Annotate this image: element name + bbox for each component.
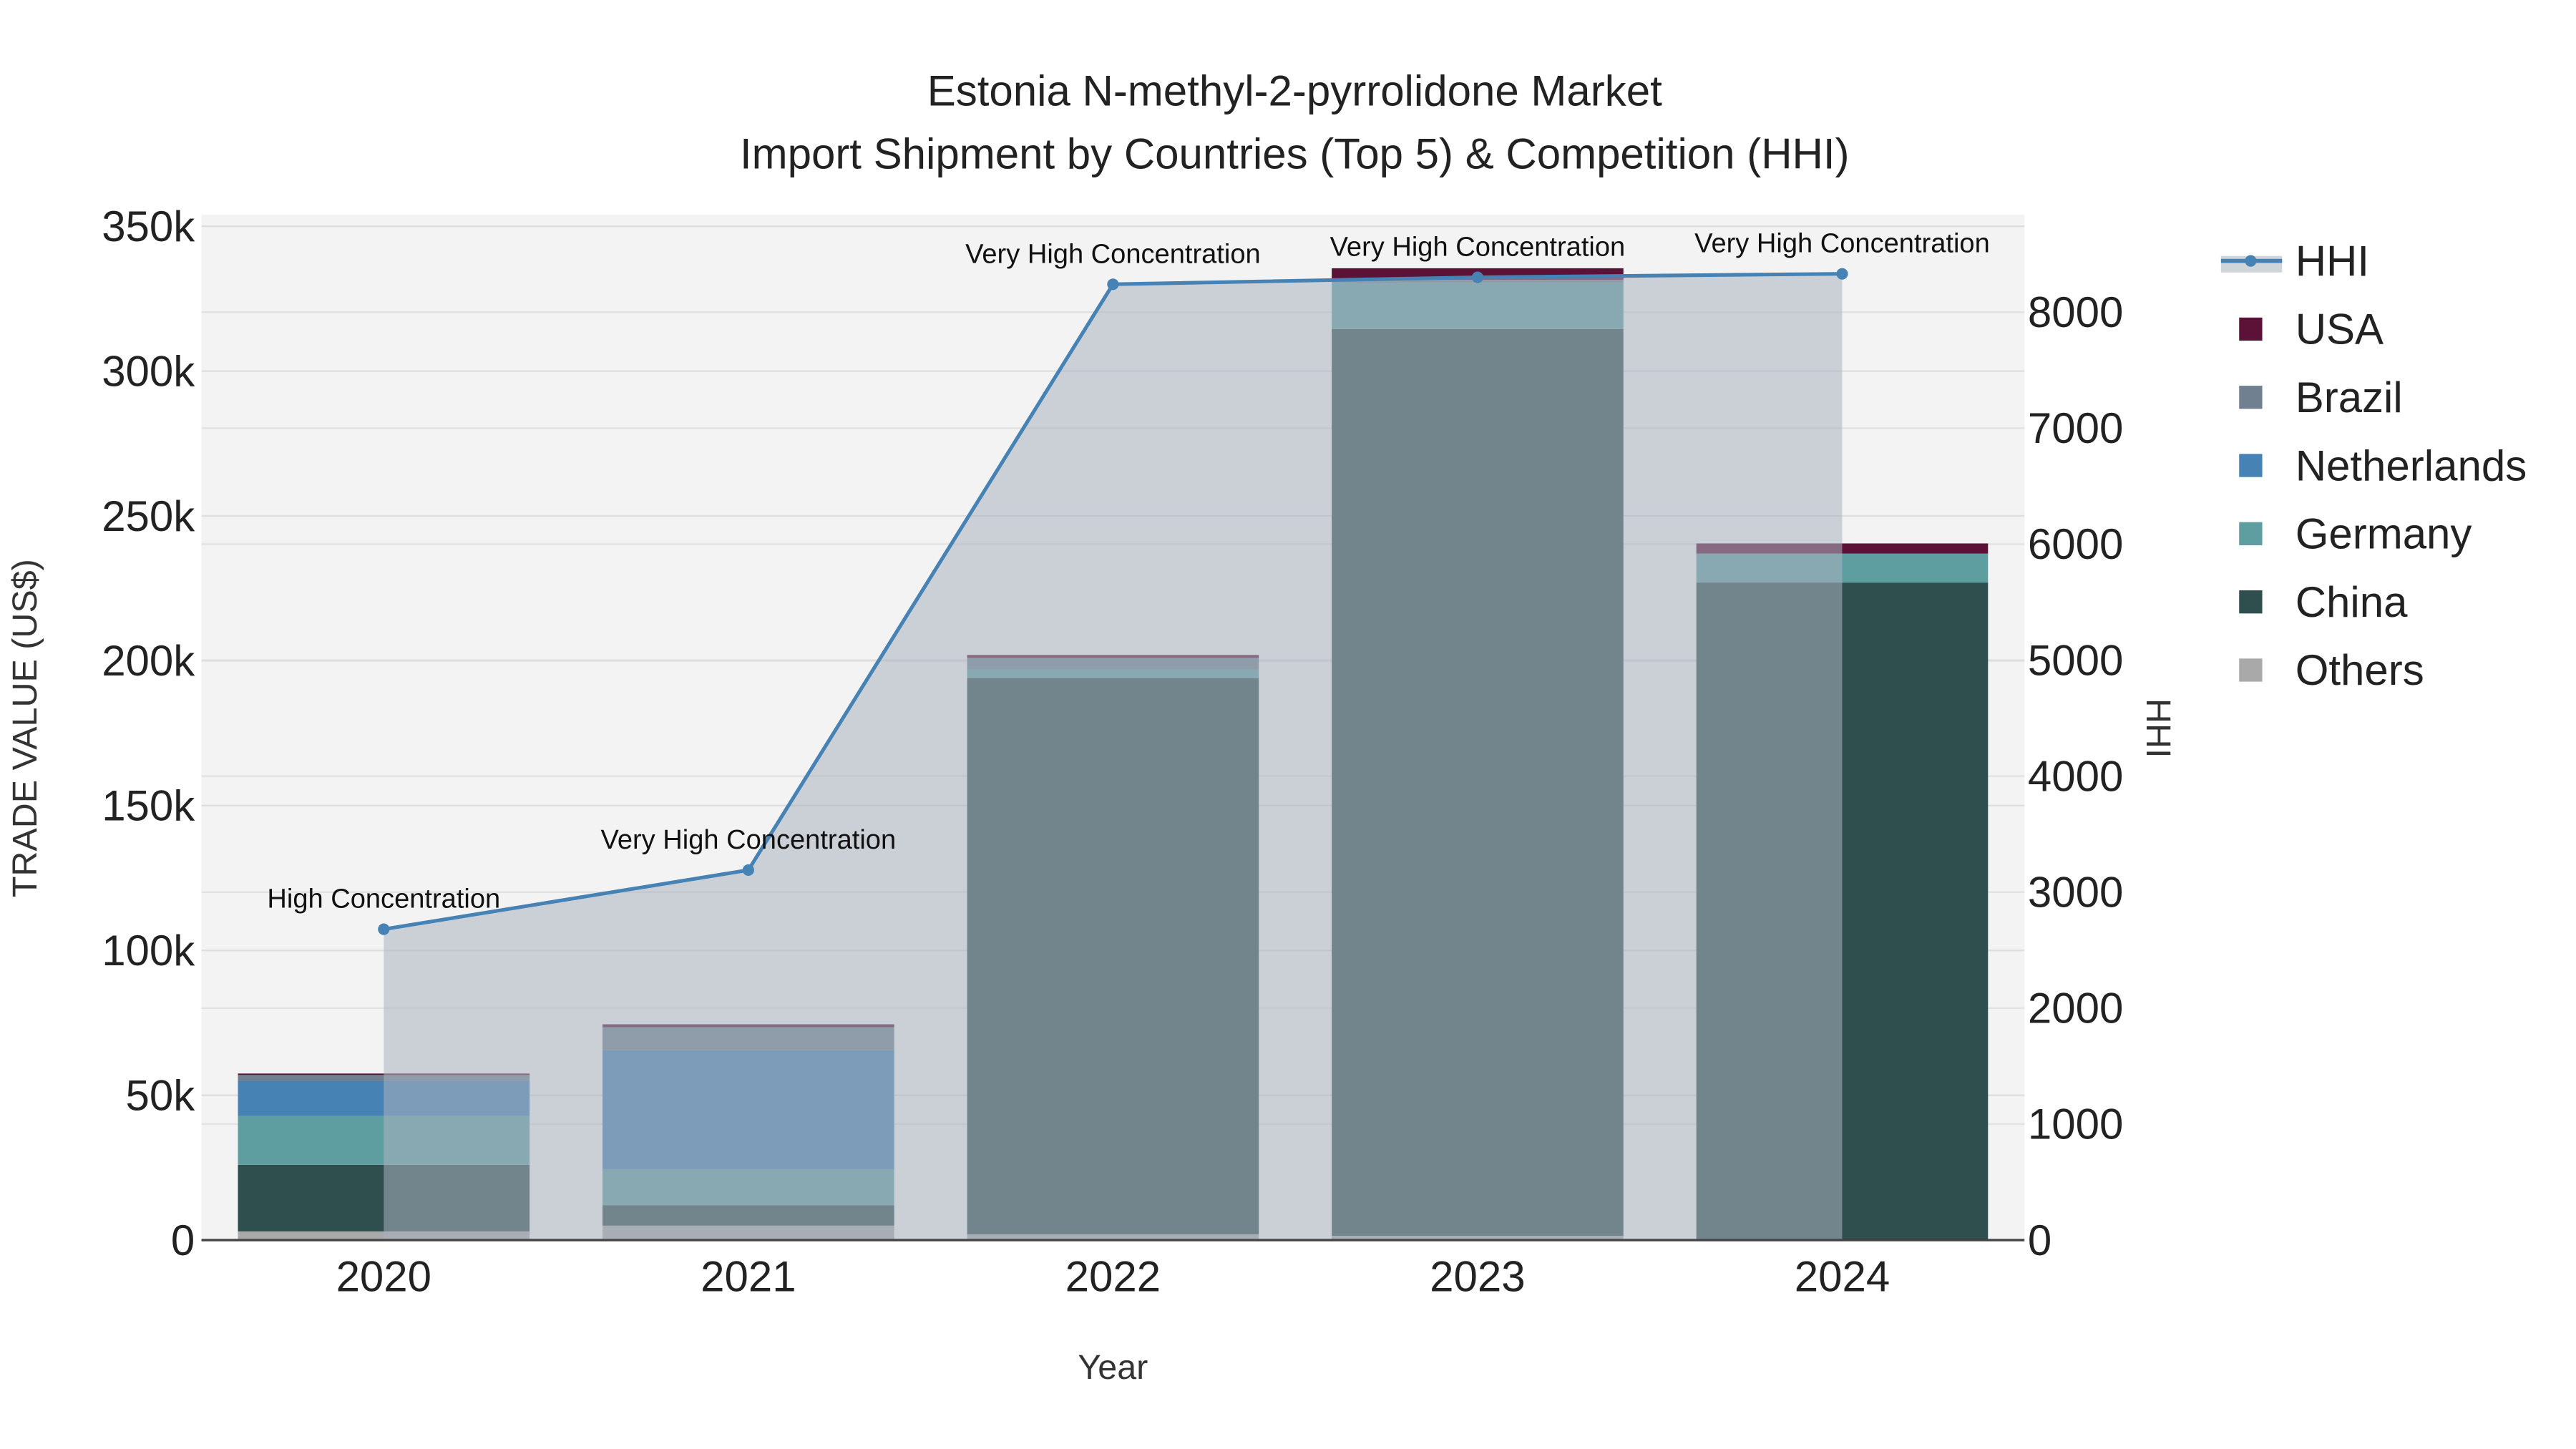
x-tick-label: 2022 bbox=[1065, 1253, 1161, 1301]
hhi-annotation-2020: High Concentration bbox=[267, 884, 500, 914]
y2-tick-label: 5000 bbox=[2028, 636, 2123, 684]
y2-axis-ticks: 0 1000 2000 3000 4000 5000 6000 7000 8000 bbox=[2028, 288, 2123, 1264]
legend-label: Germany bbox=[2296, 510, 2472, 558]
hhi-annotation-2022: Very High Concentration bbox=[965, 239, 1261, 269]
legend-swatch-hhi-marker bbox=[2245, 255, 2257, 267]
legend-swatch-brazil bbox=[2239, 386, 2263, 409]
x-axis-label: Year bbox=[1078, 1348, 1148, 1387]
legend-label: China bbox=[2296, 578, 2408, 626]
x-tick-label: 2020 bbox=[336, 1253, 431, 1301]
y-tick-label: 100k bbox=[102, 927, 195, 975]
y2-tick-label: 2000 bbox=[2028, 985, 2123, 1033]
y-tick-label: 300k bbox=[102, 347, 195, 395]
y2-tick-label: 0 bbox=[2028, 1216, 2051, 1264]
y2-tick-label: 7000 bbox=[2028, 404, 2123, 452]
hhi-point-2024 bbox=[1836, 268, 1848, 280]
legend-swatch-netherlands bbox=[2239, 454, 2263, 477]
y-axis-label: TRADE VALUE (US$) bbox=[6, 559, 44, 897]
hhi-annotation-2024: Very High Concentration bbox=[1694, 229, 1990, 259]
y-tick-label: 50k bbox=[126, 1071, 196, 1119]
hhi-point-2021 bbox=[742, 864, 754, 877]
chart: Estonia N-methyl-2-pyrrolidone Market Im… bbox=[0, 0, 2576, 1449]
y-tick-label: 250k bbox=[102, 492, 195, 540]
hhi-point-2020 bbox=[378, 923, 390, 935]
y2-tick-label: 8000 bbox=[2028, 288, 2123, 336]
chart-subtitle: Import Shipment by Countries (Top 5) & C… bbox=[740, 130, 1850, 177]
y-tick-label: 350k bbox=[102, 203, 195, 250]
x-tick-label: 2024 bbox=[1795, 1253, 1890, 1301]
legend-swatch-germany bbox=[2239, 522, 2263, 545]
y2-axis-label: HHI bbox=[2139, 698, 2177, 758]
legend-label: Others bbox=[2296, 646, 2424, 694]
hhi-point-2022 bbox=[1107, 278, 1119, 291]
y2-tick-label: 6000 bbox=[2028, 520, 2123, 568]
y2-tick-label: 1000 bbox=[2028, 1101, 2123, 1148]
legend-swatch-others bbox=[2239, 658, 2263, 682]
y-tick-label: 0 bbox=[171, 1216, 195, 1264]
hhi-point-2023 bbox=[1471, 271, 1483, 283]
legend-swatch-china bbox=[2239, 590, 2263, 614]
hhi-annotation-2021: Very High Concentration bbox=[601, 825, 897, 855]
legend-swatch-usa bbox=[2239, 317, 2263, 341]
legend-label: USA bbox=[2296, 306, 2384, 353]
legend-label: HHI bbox=[2296, 237, 2369, 285]
y-tick-label: 200k bbox=[102, 637, 195, 685]
legend-label: Brazil bbox=[2296, 374, 2403, 421]
legend-label: Netherlands bbox=[2296, 441, 2527, 489]
y2-tick-label: 3000 bbox=[2028, 869, 2123, 917]
x-tick-label: 2023 bbox=[1430, 1253, 1525, 1301]
x-tick-label: 2021 bbox=[701, 1253, 796, 1301]
y2-tick-label: 4000 bbox=[2028, 752, 2123, 800]
y-tick-label: 150k bbox=[102, 782, 195, 830]
chart-title: Estonia N-methyl-2-pyrrolidone Market bbox=[927, 67, 1662, 115]
hhi-annotation-2023: Very High Concentration bbox=[1330, 233, 1626, 263]
